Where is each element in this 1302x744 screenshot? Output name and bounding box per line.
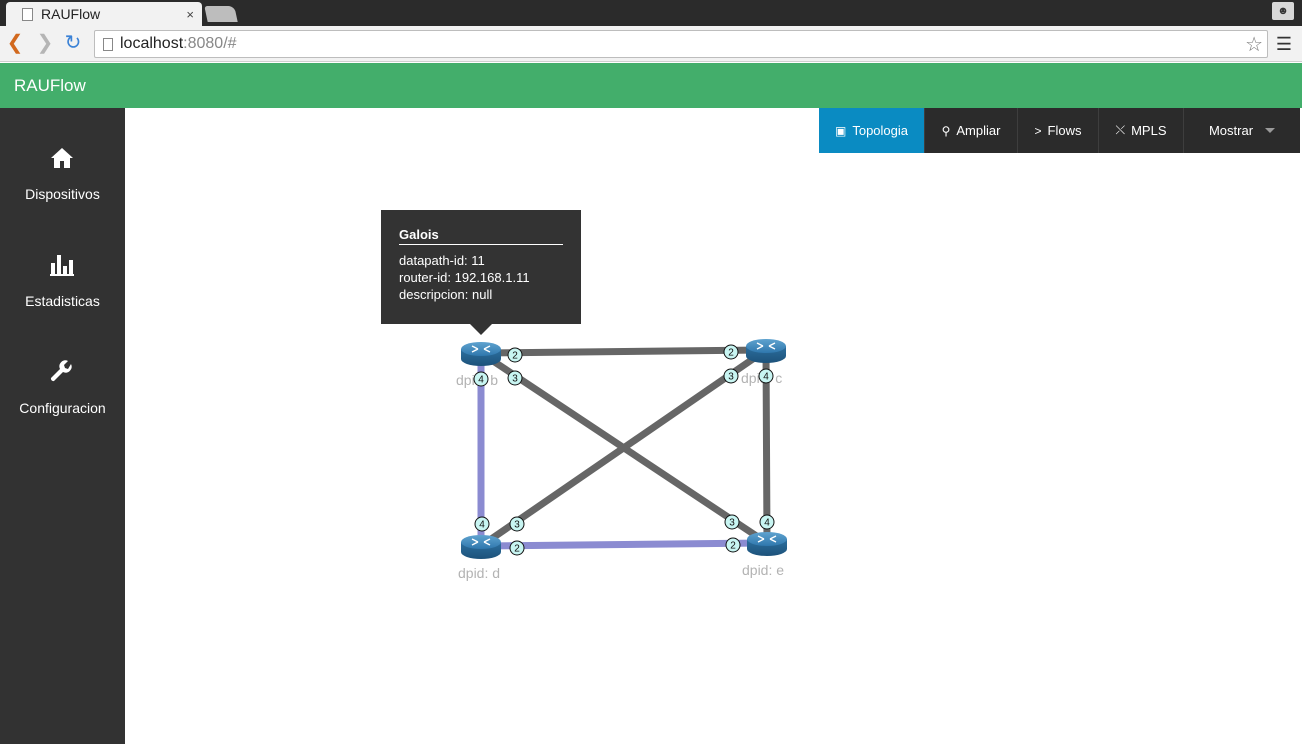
port-badge-d-4: 4 (474, 516, 490, 532)
port-badge-d-3: 3 (509, 516, 525, 532)
node-label-e: dpid: e (742, 562, 784, 578)
router-node-c[interactable] (746, 339, 786, 363)
node-tooltip: Galois datapath-id: 11 router-id: 192.16… (381, 210, 581, 335)
port-badge-d-2: 2 (509, 540, 525, 556)
svg-text:4: 4 (763, 372, 769, 383)
svg-text:4: 4 (764, 518, 770, 529)
svg-text:2: 2 (512, 351, 518, 362)
port-badge-e-4: 4 (759, 514, 775, 530)
links-layer (477, 346, 771, 550)
port-badge-c-2: 2 (723, 344, 739, 360)
port-badge-c-3: 3 (723, 368, 739, 384)
port-badge-e-3: 3 (724, 514, 740, 530)
port-badge-e-2: 2 (725, 537, 741, 553)
tooltip-router-id: router-id: 192.168.1.11 (399, 270, 530, 285)
svg-text:2: 2 (730, 541, 736, 552)
router-node-e[interactable] (747, 532, 787, 556)
svg-text:2: 2 (514, 544, 520, 555)
svg-text:3: 3 (729, 518, 735, 529)
svg-text:3: 3 (512, 374, 518, 385)
tooltip-descripcion: descripcion: null (399, 287, 493, 302)
topology-graph[interactable]: dpid: b dpid: cdpid: d dpid: e 2 2333344442… (0, 0, 1302, 744)
port-badge-b-3: 3 (507, 370, 523, 386)
svg-text:4: 4 (479, 520, 485, 531)
router-node-b[interactable] (461, 342, 501, 366)
svg-text:4: 4 (478, 375, 484, 386)
node-label-d: dpid: d (458, 565, 500, 581)
port-badge-c-4: 4 (758, 368, 774, 384)
tooltip-title: Galois (399, 227, 563, 245)
port-badge-b-2: 2 (507, 347, 523, 363)
svg-text:2: 2 (728, 348, 734, 359)
port-badge-b-4: 4 (473, 371, 489, 387)
svg-text:3: 3 (514, 520, 520, 531)
link-b-c[interactable] (477, 346, 770, 357)
svg-text:3: 3 (728, 372, 734, 383)
router-node-d[interactable] (461, 535, 501, 559)
tooltip-datapath-id: datapath-id: 11 (399, 253, 485, 268)
